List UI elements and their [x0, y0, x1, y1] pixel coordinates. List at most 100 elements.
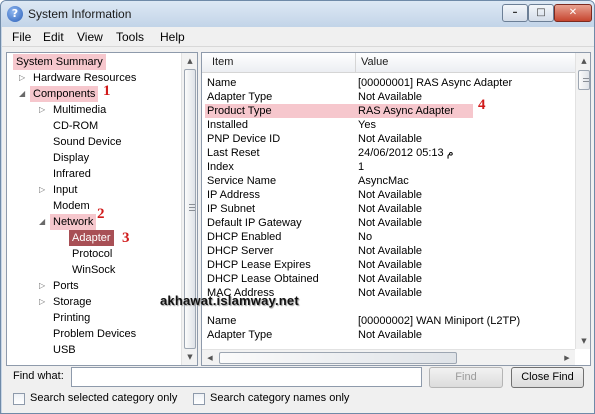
column-header-item[interactable]: Item — [212, 56, 233, 68]
scroll-down-arrow-icon[interactable]: ▼ — [576, 333, 590, 349]
list-header: Item Value — [202, 53, 575, 73]
tree-item-input[interactable]: Input — [53, 182, 77, 198]
cell-item: Adapter Type — [207, 329, 273, 341]
column-header-value[interactable]: Value — [361, 56, 388, 68]
cell-value: Not Available — [358, 287, 423, 299]
tree-item-usb[interactable]: USB — [53, 342, 76, 358]
expand-arrow-icon[interactable]: ▷ — [39, 102, 47, 118]
details-list[interactable]: Item Value Name [00000001] RAS Async Adap… — [201, 52, 591, 366]
list-vertical-scrollbar[interactable]: ▲ ▼ — [575, 53, 590, 349]
maximize-button[interactable]: □ — [528, 4, 554, 22]
tree-item-adapter[interactable]: Adapter — [69, 230, 114, 246]
scroll-down-arrow-icon[interactable]: ▼ — [182, 349, 197, 365]
cell-item: DHCP Enabled — [207, 231, 282, 243]
tree-item-hardware-resources[interactable]: Hardware Resources — [33, 70, 136, 86]
list-row[interactable]: Adapter Type Not Available — [202, 90, 575, 104]
menu-view[interactable]: View — [77, 30, 103, 44]
list-row[interactable]: PNP Device ID Not Available — [202, 132, 575, 146]
tree-item-system-summary[interactable]: System Summary — [13, 54, 106, 70]
list-row[interactable]: Adapter Type Not Available — [202, 328, 575, 342]
list-row[interactable]: DHCP Lease Expires Not Available — [202, 258, 575, 272]
scrollbar-thumb[interactable] — [219, 352, 457, 364]
list-row[interactable]: IP Subnet Not Available — [202, 202, 575, 216]
expand-arrow-icon[interactable]: ▷ — [39, 182, 47, 198]
tree-item-display[interactable]: Display — [53, 150, 89, 166]
collapse-arrow-icon[interactable]: ◢ — [39, 214, 47, 230]
client-area: System Summary ▷ Hardware Resources ◢ Co… — [2, 47, 594, 413]
menu-file[interactable]: File — [12, 30, 31, 44]
list-row[interactable]: Index 1 — [202, 160, 575, 174]
tree-item-problem-devices[interactable]: Problem Devices — [53, 326, 136, 342]
tree-item-network[interactable]: Network — [50, 214, 97, 230]
window-title: System Information — [28, 7, 132, 21]
expand-arrow-icon[interactable]: ▷ — [19, 70, 27, 86]
search-category-names-option[interactable]: Search category names only — [193, 391, 353, 407]
cell-value: Not Available — [358, 91, 423, 103]
tree-item-multimedia[interactable]: Multimedia — [53, 102, 106, 118]
tree-item-winsock[interactable]: WinSock — [72, 262, 115, 278]
find-what-label: Find what: — [13, 370, 64, 382]
list-row[interactable]: Installed Yes — [202, 118, 575, 132]
search-selected-category-option[interactable]: Search selected category only — [13, 391, 183, 407]
list-row[interactable]: DHCP Lease Obtained Not Available — [202, 272, 575, 286]
tree-item-modem[interactable]: Modem — [53, 198, 90, 214]
cell-value: Not Available — [358, 259, 423, 271]
scroll-up-arrow-icon[interactable]: ▲ — [576, 53, 590, 69]
scroll-right-arrow-icon[interactable]: ▶ — [559, 350, 575, 365]
close-find-button[interactable]: Close Find — [511, 367, 584, 388]
checkbox-label: Search category names only — [210, 392, 350, 404]
cell-value: Not Available — [358, 189, 423, 201]
cell-item: Default IP Gateway — [207, 217, 302, 229]
cell-value: [00000001] RAS Async Adapter — [358, 77, 513, 89]
close-button[interactable]: ✕ — [554, 4, 592, 22]
minimize-button[interactable]: – — [502, 4, 528, 22]
scrollbar-thumb[interactable] — [578, 70, 590, 90]
expand-arrow-icon[interactable]: ▷ — [39, 294, 47, 310]
cell-item: PNP Device ID — [207, 133, 281, 145]
cell-item: Service Name — [207, 175, 277, 187]
find-button[interactable]: Find — [429, 367, 503, 388]
list-row[interactable]: Name [00000001] RAS Async Adapter — [202, 76, 575, 90]
scroll-left-arrow-icon[interactable]: ◀ — [202, 350, 218, 365]
checkbox-label: Search selected category only — [30, 392, 178, 404]
tree-item-printing[interactable]: Printing — [53, 310, 90, 326]
list-row[interactable]: Default IP Gateway Not Available — [202, 216, 575, 230]
tree-item-sound-device[interactable]: Sound Device — [53, 134, 122, 150]
list-row[interactable]: Service Name AsyncMac — [202, 174, 575, 188]
list-row[interactable]: DHCP Enabled No — [202, 230, 575, 244]
list-row[interactable]: DHCP Server Not Available — [202, 244, 575, 258]
scroll-up-arrow-icon[interactable]: ▲ — [182, 53, 197, 69]
cell-value: RAS Async Adapter — [358, 105, 454, 117]
annotation-number-2: 2 — [97, 206, 105, 222]
list-row[interactable]: IP Address Not Available — [202, 188, 575, 202]
list-row[interactable]: Name [00000002] WAN Miniport (L2TP) — [202, 314, 575, 328]
find-what-input[interactable] — [71, 367, 422, 387]
menu-bar: File Edit View Tools Help — [2, 27, 594, 47]
cell-item: Installed — [207, 119, 248, 131]
tree-item-protocol[interactable]: Protocol — [72, 246, 112, 262]
tree-item-components[interactable]: Components — [30, 86, 99, 102]
checkbox-search-selected-category[interactable] — [13, 393, 25, 405]
expand-arrow-icon[interactable]: ▷ — [39, 278, 47, 294]
menu-help[interactable]: Help — [160, 30, 185, 44]
menu-edit[interactable]: Edit — [43, 30, 64, 44]
tree-item-infrared[interactable]: Infrared — [53, 166, 91, 182]
collapse-arrow-icon[interactable]: ◢ — [19, 86, 27, 102]
checkbox-search-category-names[interactable] — [193, 393, 205, 405]
cell-item: DHCP Lease Obtained — [207, 273, 319, 285]
cell-value: 1 — [358, 161, 365, 173]
cell-value: Yes — [358, 119, 376, 131]
tree-vertical-scrollbar[interactable]: ▲ ▼ — [181, 53, 197, 365]
annotation-number-4: 4 — [478, 97, 486, 113]
help-question-icon: ? — [7, 6, 23, 22]
cell-item: IP Subnet — [207, 203, 256, 215]
tree-item-cd-rom[interactable]: CD-ROM — [53, 118, 98, 134]
list-row[interactable]: Product Type RAS Async Adapter — [205, 104, 473, 118]
menu-tools[interactable]: Tools — [116, 30, 144, 44]
title-bar[interactable]: ? System Information – □ ✕ — [1, 1, 594, 27]
list-horizontal-scrollbar[interactable]: ◀ ▶ — [202, 349, 575, 365]
list-row[interactable]: Last Reset 24/06/2012 05:13 م — [202, 146, 575, 160]
cell-value: AsyncMac — [358, 175, 409, 187]
tree-item-storage[interactable]: Storage — [53, 294, 92, 310]
tree-item-ports[interactable]: Ports — [53, 278, 79, 294]
